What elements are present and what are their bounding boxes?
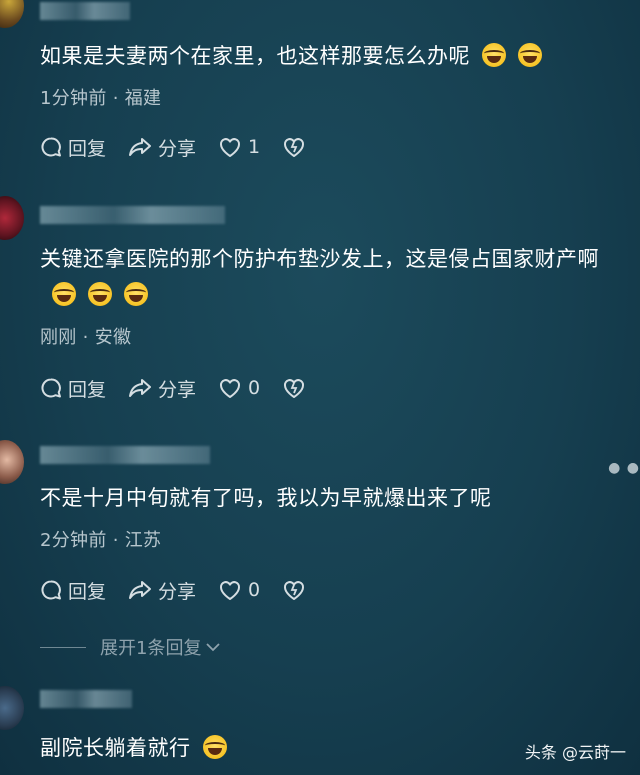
comment-bubble-icon	[41, 378, 61, 398]
watermark: 头条 @云莳一	[524, 743, 626, 762]
share-button[interactable]: 分享	[128, 577, 196, 604]
laughing-crying-emoji-icon	[518, 43, 542, 67]
expand-replies-label: 展开1条回复	[100, 638, 202, 659]
username-blurred[interactable]	[40, 446, 210, 464]
like-count: 0	[248, 377, 261, 399]
reply-button[interactable]: 回复	[40, 134, 106, 161]
comment-actions: 回复 分享 0	[40, 375, 328, 401]
comment-meta: 1分钟前 · 福建	[40, 84, 161, 110]
meta-separator: ·	[82, 327, 89, 348]
username-blurred[interactable]	[40, 2, 130, 20]
dislike-button[interactable]	[282, 579, 306, 601]
comment-text: 关键还拿医院的那个防护布垫沙发上，这是侵占国家财产啊	[40, 241, 632, 313]
broken-heart-icon	[284, 581, 305, 600]
laughing-crying-emoji-icon	[52, 282, 76, 306]
comment-actions: 回复 分享 0	[40, 577, 328, 603]
meta-separator: ·	[112, 530, 119, 551]
heart-icon	[220, 581, 241, 600]
comment-actions: 回复 分享 1	[40, 134, 328, 160]
share-arrow-icon	[129, 379, 152, 397]
broken-heart-icon	[284, 379, 305, 398]
comment-text-content: 副院长躺着就行	[40, 736, 191, 760]
reply-button[interactable]: 回复	[40, 375, 106, 402]
laughing-crying-emoji-icon	[482, 43, 506, 67]
share-button[interactable]: 分享	[128, 375, 196, 402]
comment-location: 福建	[124, 88, 162, 109]
share-arrow-icon	[129, 581, 152, 599]
comment-text-content: 关键还拿医院的那个防护布垫沙发上，这是侵占国家财产啊	[40, 247, 599, 271]
comment-text: 不是十月中旬就有了吗，我以为早就爆出来了呢	[40, 480, 632, 516]
share-arrow-icon	[129, 138, 152, 156]
comment-location: 安徽	[94, 327, 132, 348]
like-count: 1	[248, 136, 261, 158]
username-blurred[interactable]	[40, 206, 225, 224]
broken-heart-icon	[284, 138, 305, 157]
share-label: 分享	[158, 137, 197, 160]
expand-replies-button[interactable]: 展开1条回复	[40, 635, 221, 659]
like-button[interactable]: 0	[218, 377, 260, 399]
heart-icon	[220, 379, 241, 398]
divider-line	[40, 646, 86, 648]
like-button[interactable]: 1	[218, 136, 260, 158]
heart-icon	[220, 138, 241, 157]
comment-location: 江苏	[124, 530, 162, 551]
laughing-crying-emoji-icon	[202, 735, 227, 759]
share-button[interactable]: 分享	[128, 134, 196, 161]
comment-time: 刚刚	[40, 327, 77, 348]
laughing-crying-emoji-icon	[88, 282, 112, 306]
reply-label: 回复	[68, 378, 107, 401]
dislike-button[interactable]	[282, 136, 306, 158]
dislike-button[interactable]	[282, 377, 306, 399]
comment-time: 2分钟前	[40, 530, 107, 551]
username-blurred[interactable]	[40, 690, 132, 708]
laughing-crying-emoji-icon	[124, 282, 148, 306]
comment-bubble-icon	[41, 580, 61, 600]
reply-label: 回复	[68, 137, 107, 160]
comment-time: 1分钟前	[40, 88, 107, 109]
like-count: 0	[248, 579, 261, 601]
chevron-down-icon	[206, 643, 221, 652]
comment-text-content: 如果是夫妻两个在家里，也这样那要怎么办呢	[40, 44, 470, 68]
reply-button[interactable]: 回复	[40, 577, 106, 604]
reply-label: 回复	[68, 580, 107, 603]
like-button[interactable]: 0	[218, 579, 260, 601]
comment-bubble-icon	[41, 137, 61, 157]
comment-meta: 刚刚 · 安徽	[40, 323, 131, 349]
comment-meta: 2分钟前 · 江苏	[40, 526, 161, 552]
share-label: 分享	[158, 580, 197, 603]
comment-text-content: 不是十月中旬就有了吗，我以为早就爆出来了呢	[40, 486, 492, 510]
comment-text: 如果是夫妻两个在家里，也这样那要怎么办呢	[40, 38, 632, 74]
share-label: 分享	[158, 378, 197, 401]
meta-separator: ·	[112, 88, 119, 109]
more-options-icon[interactable]: ● ●	[608, 460, 640, 476]
